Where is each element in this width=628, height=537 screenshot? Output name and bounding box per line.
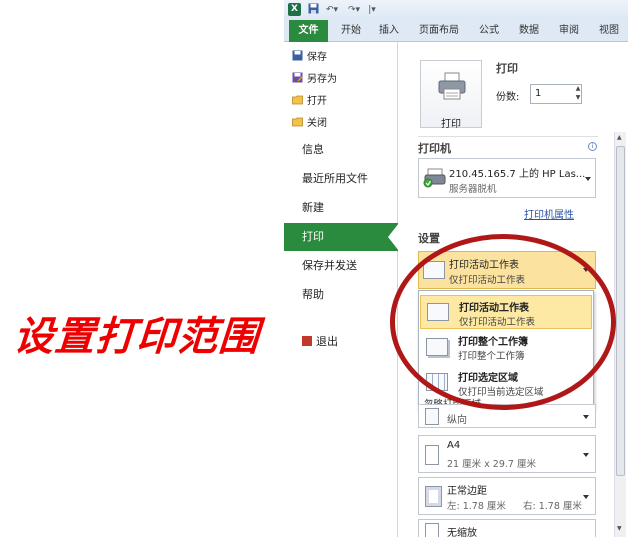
nav-print-label: 打印: [302, 230, 324, 243]
nav-print[interactable]: 打印: [284, 223, 399, 251]
margins-left: 左: 1.78 厘米: [447, 501, 506, 512]
nav-exit[interactable]: 退出: [284, 332, 398, 352]
print-section-title: 打印: [496, 62, 518, 75]
tab-view[interactable]: 视图: [592, 20, 626, 42]
copies-label: 份数:: [496, 92, 520, 103]
open-folder-icon: [292, 94, 303, 105]
save-icon[interactable]: [306, 3, 320, 17]
tab-review[interactable]: 审阅: [552, 20, 586, 42]
nav-info[interactable]: 信息: [284, 136, 398, 164]
tab-home[interactable]: 开始: [334, 20, 368, 42]
nav-close[interactable]: 关闭: [292, 115, 327, 133]
nav-recent[interactable]: 最近所用文件: [284, 165, 398, 193]
printer-icon: [438, 72, 466, 100]
redo-icon[interactable]: ↷▾: [344, 3, 364, 17]
tab-data[interactable]: 数据: [512, 20, 546, 42]
paper-size-value: A4: [447, 440, 461, 451]
tab-insert[interactable]: 插入: [372, 20, 406, 42]
copies-down-icon[interactable]: ▼: [574, 94, 582, 103]
margins-right: 右: 1.78 厘米: [523, 501, 582, 512]
nav-new[interactable]: 新建: [284, 194, 398, 222]
printer-dropdown[interactable]: 210.45.165.7 上的 HP Las... 服务器脱机: [418, 158, 596, 198]
orientation-value: 纵向: [447, 415, 467, 426]
margins-dropdown[interactable]: 正常边距 左: 1.78 厘米 右: 1.78 厘米: [418, 477, 596, 515]
scaling-value: 无缩放: [447, 528, 477, 537]
nav-open-label: 打开: [307, 96, 327, 107]
chevron-down-icon: [583, 453, 589, 457]
copies-up-icon[interactable]: ▲: [574, 85, 582, 94]
nav-open[interactable]: 打开: [292, 93, 327, 111]
panel-scrollbar[interactable]: ▲ ▼: [614, 132, 626, 537]
tab-formulas[interactable]: 公式: [472, 20, 506, 42]
chevron-down-icon: [583, 495, 589, 499]
undo-icon[interactable]: ↶▾: [322, 3, 342, 17]
paper-size-dimensions: 21 厘米 x 29.7 厘米: [447, 459, 536, 470]
chevron-down-icon: [583, 415, 589, 419]
scaling-icon: [425, 523, 439, 537]
tab-file[interactable]: 文件: [289, 20, 328, 42]
save-as-icon: [292, 72, 303, 83]
scroll-thumb[interactable]: [616, 146, 625, 476]
close-folder-icon: [292, 116, 303, 127]
nav-exit-label: 退出: [316, 335, 338, 348]
paper-size-dropdown[interactable]: A4 21 厘米 x 29.7 厘米: [418, 435, 596, 473]
customize-toolbar-icon[interactable]: |▾: [366, 3, 378, 17]
excel-logo-icon: X: [288, 3, 301, 16]
printer-section-title: 打印机: [418, 142, 451, 155]
annotation-label: 设置打印范围: [12, 314, 262, 360]
chevron-down-icon: [585, 177, 591, 181]
nav-save-send[interactable]: 保存并发送: [284, 252, 398, 280]
exit-icon: [302, 336, 312, 346]
tab-page-layout[interactable]: 页面布局: [414, 20, 464, 42]
annotation-ellipse: [390, 234, 616, 410]
divider: [418, 136, 598, 137]
printer-properties-link[interactable]: 打印机属性: [524, 206, 574, 221]
printer-name: 210.45.165.7 上的 HP Las...: [449, 169, 586, 180]
margins-icon: [425, 486, 442, 507]
nav-save-as[interactable]: 另存为: [292, 71, 337, 89]
nav-save-label: 保存: [307, 52, 327, 63]
network-printer-icon: [423, 168, 446, 188]
nav-close-label: 关闭: [307, 118, 327, 129]
nav-save-as-label: 另存为: [307, 74, 337, 85]
margins-value: 正常边距: [447, 486, 487, 497]
quick-access-toolbar: X ↶▾ ↷▾ |▾: [284, 0, 628, 20]
info-icon[interactable]: i: [588, 142, 597, 151]
scroll-up-icon[interactable]: ▲: [617, 134, 622, 141]
nav-help[interactable]: 帮助: [284, 281, 398, 309]
ribbon-tabs: 文件 开始 插入 页面布局 公式 数据 审阅 视图: [284, 20, 628, 42]
scaling-dropdown[interactable]: 无缩放: [418, 519, 596, 537]
printer-status: 服务器脱机: [449, 184, 497, 195]
paper-icon: [425, 445, 439, 465]
backstage-nav: 保存 另存为 打开 关闭 信息 最近所用文件 新建 打印 保存并发送 帮助 退出: [284, 42, 399, 537]
save-icon: [292, 50, 303, 61]
nav-save[interactable]: 保存: [292, 49, 327, 67]
settings-section-title: 设置: [418, 232, 440, 245]
print-button-label: 打印: [441, 119, 461, 130]
portrait-icon: [425, 408, 439, 425]
scroll-down-icon[interactable]: ▼: [617, 525, 622, 532]
print-button[interactable]: 打印: [420, 60, 482, 130]
